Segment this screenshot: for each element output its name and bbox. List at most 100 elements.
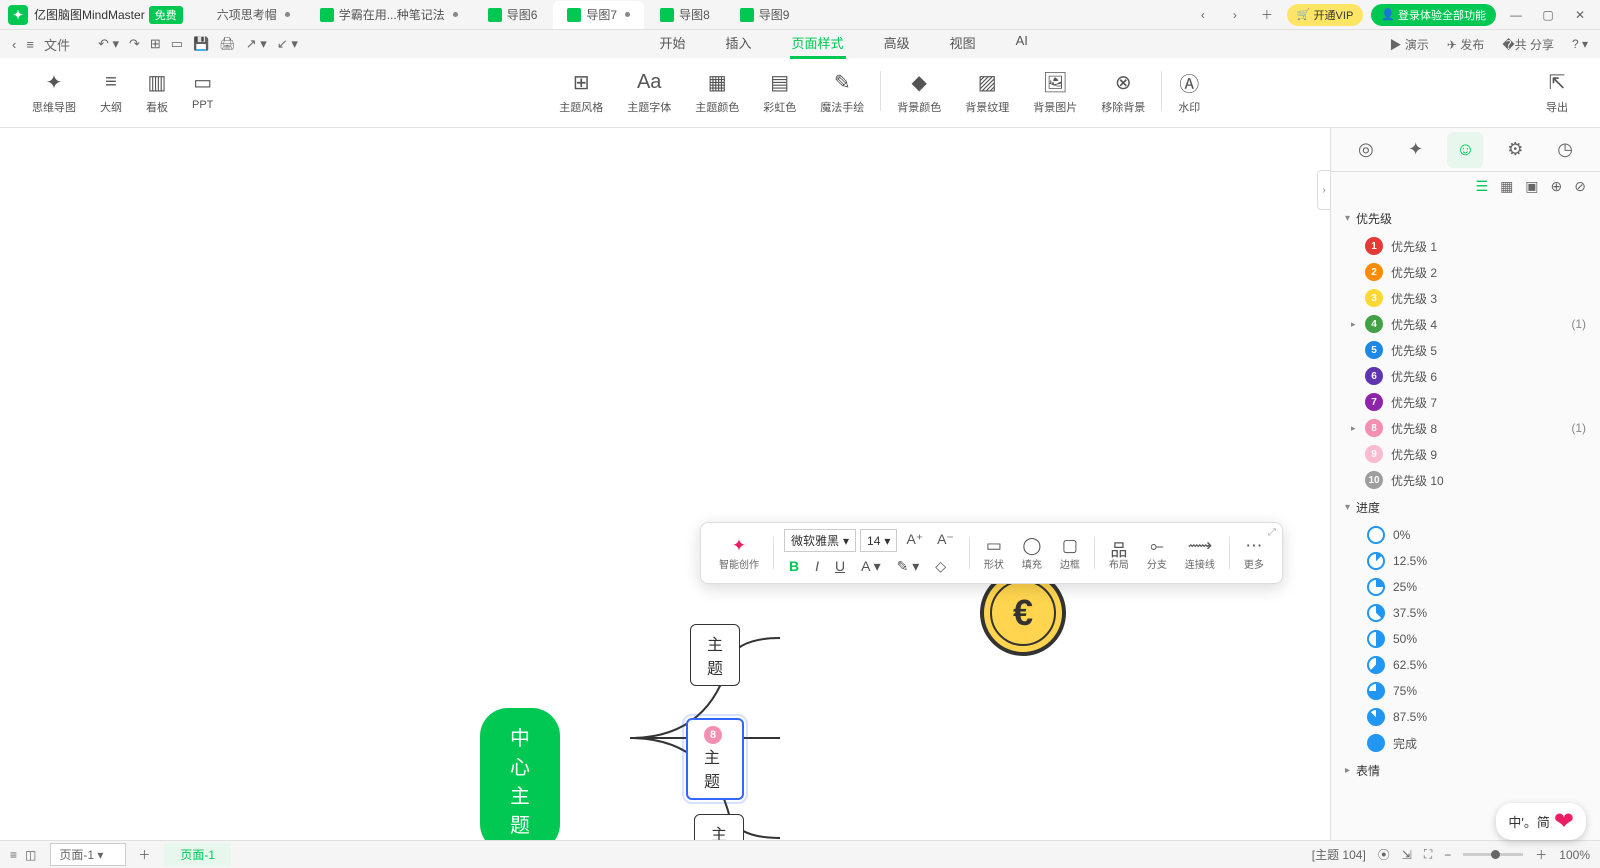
folder-icon[interactable]: ▭	[171, 36, 183, 52]
priority-item-4[interactable]: ▸4优先级 4(1)	[1331, 311, 1600, 337]
progress-item-0[interactable]: 0%	[1331, 522, 1600, 548]
central-topic[interactable]: 中心主题	[480, 708, 560, 840]
ribbon-mid-7[interactable]: 🖼背景图片	[1021, 71, 1089, 115]
highlight-icon[interactable]: ✎ ▾	[892, 556, 925, 577]
import-icon[interactable]: ↙ ▾	[277, 36, 298, 52]
progress-item-6[interactable]: 75%	[1331, 678, 1600, 704]
fontcolor-icon[interactable]: A ▾	[856, 556, 885, 577]
print-icon[interactable]: 🖨	[219, 36, 236, 52]
sb-collapse-icon[interactable]: ⇲	[1402, 848, 1412, 862]
font-increase-icon[interactable]: A⁺	[901, 529, 928, 552]
share-button[interactable]: �共 分享	[1502, 36, 1554, 53]
more-button[interactable]: ⋯更多	[1236, 536, 1272, 571]
ptab-target-icon[interactable]: ◎	[1348, 132, 1384, 168]
topic-2-selected[interactable]: 8主题	[686, 718, 744, 800]
page-tab[interactable]: 页面-1	[164, 843, 231, 866]
collapse-panel-icon[interactable]: ›	[1317, 170, 1331, 210]
menu-0[interactable]: 开始	[658, 29, 688, 59]
ai-create-button[interactable]: ✦ 智能创作	[711, 536, 767, 571]
sb-layout-icon[interactable]: ◫	[25, 848, 36, 862]
file-menu[interactable]: 文件	[44, 35, 70, 54]
doc-tab-1[interactable]: 学霸在用...种笔记法	[306, 1, 472, 29]
ribbon-left-2[interactable]: ▥看板	[134, 71, 180, 115]
progress-item-5[interactable]: 62.5%	[1331, 652, 1600, 678]
sb-fullscreen-icon[interactable]: ⛶	[1424, 847, 1432, 862]
font-select[interactable]: 微软雅黑 ▾	[784, 529, 856, 552]
subtab-box-icon[interactable]: ▣	[1525, 178, 1538, 195]
doc-tab-0[interactable]: 六项思考帽	[203, 1, 304, 29]
progress-header[interactable]: ▾进度	[1331, 493, 1600, 522]
vip-button[interactable]: 🛒 开通VIP	[1287, 4, 1363, 26]
priority-item-2[interactable]: 2优先级 2	[1331, 259, 1600, 285]
close-icon[interactable]: ✕	[1568, 8, 1592, 22]
ribbon-mid-5[interactable]: ◆背景颜色	[885, 71, 953, 115]
priority-item-5[interactable]: 5优先级 5	[1331, 337, 1600, 363]
border-button[interactable]: ▢边框	[1052, 536, 1088, 571]
connector-button[interactable]: ⟿连接线	[1177, 536, 1223, 571]
zoom-out-icon[interactable]: −	[1444, 848, 1451, 862]
priority-item-3[interactable]: 3优先级 3	[1331, 285, 1600, 311]
emoji-header[interactable]: ▸表情	[1331, 756, 1600, 785]
canvas[interactable]: 中心主题 主题 8主题 主题 € ✦ 智能创作 微软雅黑 ▾ 14 ▾ A⁺ A…	[0, 128, 1330, 840]
menu-5[interactable]: AI	[1014, 29, 1030, 59]
export-group[interactable]: ⇱ 导出	[1534, 71, 1580, 115]
font-decrease-icon[interactable]: A⁻	[932, 529, 959, 552]
menu-3[interactable]: 高级	[882, 29, 912, 59]
login-button[interactable]: 👤 登录体验全部功能	[1371, 4, 1496, 26]
branch-button[interactable]: ⟜分支	[1139, 536, 1175, 571]
progress-item-1[interactable]: 12.5%	[1331, 548, 1600, 574]
new-tab-icon[interactable]: ＋	[1255, 6, 1279, 23]
menu-4[interactable]: 视图	[948, 29, 978, 59]
maximize-icon[interactable]: ▢	[1536, 8, 1560, 22]
page-select[interactable]: 页面-1 ▾	[50, 843, 126, 866]
add-icon[interactable]: ⊞	[150, 36, 161, 52]
subtab-grid-icon[interactable]: ▦	[1500, 178, 1513, 195]
priority-item-9[interactable]: 9优先级 9	[1331, 441, 1600, 467]
ime-indicator[interactable]: 中'。简 ❤	[1496, 803, 1586, 840]
shape-button[interactable]: ▭形状	[976, 536, 1012, 571]
priority-item-1[interactable]: 1优先级 1	[1331, 233, 1600, 259]
topic-1[interactable]: 主题	[690, 624, 740, 686]
priority-item-10[interactable]: 10优先级 10	[1331, 467, 1600, 493]
layout-button[interactable]: 品布局	[1101, 536, 1137, 571]
ribbon-mid-9[interactable]: Ⓐ水印	[1166, 71, 1212, 115]
add-page-icon[interactable]: ＋	[138, 846, 150, 863]
minimize-icon[interactable]: —	[1504, 8, 1528, 22]
menu-icon[interactable]: ≡	[26, 37, 34, 52]
doc-tab-4[interactable]: 导图8	[646, 1, 724, 29]
underline-icon[interactable]: U	[830, 556, 850, 577]
nav-fwd-icon[interactable]: ›	[1223, 8, 1247, 22]
sb-menu-icon[interactable]: ≡	[10, 848, 17, 862]
ptab-gear-icon[interactable]: ⚙	[1497, 132, 1533, 168]
zoom-slider[interactable]	[1463, 853, 1523, 856]
ribbon-mid-6[interactable]: ▨背景纹理	[953, 71, 1021, 115]
subtab-ban-icon[interactable]: ⊘	[1574, 178, 1586, 195]
progress-item-7[interactable]: 87.5%	[1331, 704, 1600, 730]
fill-button[interactable]: ◯填充	[1014, 536, 1050, 571]
pin-icon[interactable]: ⤢	[1268, 527, 1276, 538]
priority-header[interactable]: ▾优先级	[1331, 204, 1600, 233]
topic-3[interactable]: 主题	[694, 814, 744, 840]
nav-back-icon[interactable]: ‹	[1191, 8, 1215, 22]
ribbon-left-1[interactable]: ≡大纲	[88, 71, 134, 115]
sb-target-icon[interactable]: ⦿	[1378, 846, 1390, 863]
ribbon-mid-2[interactable]: ▦主题颜色	[683, 71, 751, 115]
export-icon[interactable]: ↗ ▾	[246, 36, 267, 52]
ribbon-left-0[interactable]: ✦思维导图	[20, 71, 88, 115]
priority-item-6[interactable]: 6优先级 6	[1331, 363, 1600, 389]
ribbon-mid-3[interactable]: ▤彩虹色	[751, 71, 808, 115]
publish-button[interactable]: ✈ 发布	[1447, 36, 1484, 53]
ptab-ai-icon[interactable]: ✦	[1398, 132, 1434, 168]
zoom-in-icon[interactable]: ＋	[1535, 846, 1547, 863]
progress-item-8[interactable]: 完成	[1331, 730, 1600, 756]
doc-tab-2[interactable]: 导图6	[474, 1, 552, 29]
redo-icon[interactable]: ↷	[129, 36, 140, 52]
save-icon[interactable]: 💾	[193, 36, 209, 52]
undo-icon[interactable]: ↶ ▾	[98, 36, 119, 52]
fontsize-select[interactable]: 14 ▾	[860, 529, 897, 552]
italic-icon[interactable]: I	[810, 556, 824, 577]
ptab-tag-icon[interactable]: ☺	[1447, 132, 1483, 168]
progress-item-4[interactable]: 50%	[1331, 626, 1600, 652]
menu-1[interactable]: 插入	[724, 29, 754, 59]
help-icon[interactable]: ? ▾	[1572, 37, 1588, 51]
